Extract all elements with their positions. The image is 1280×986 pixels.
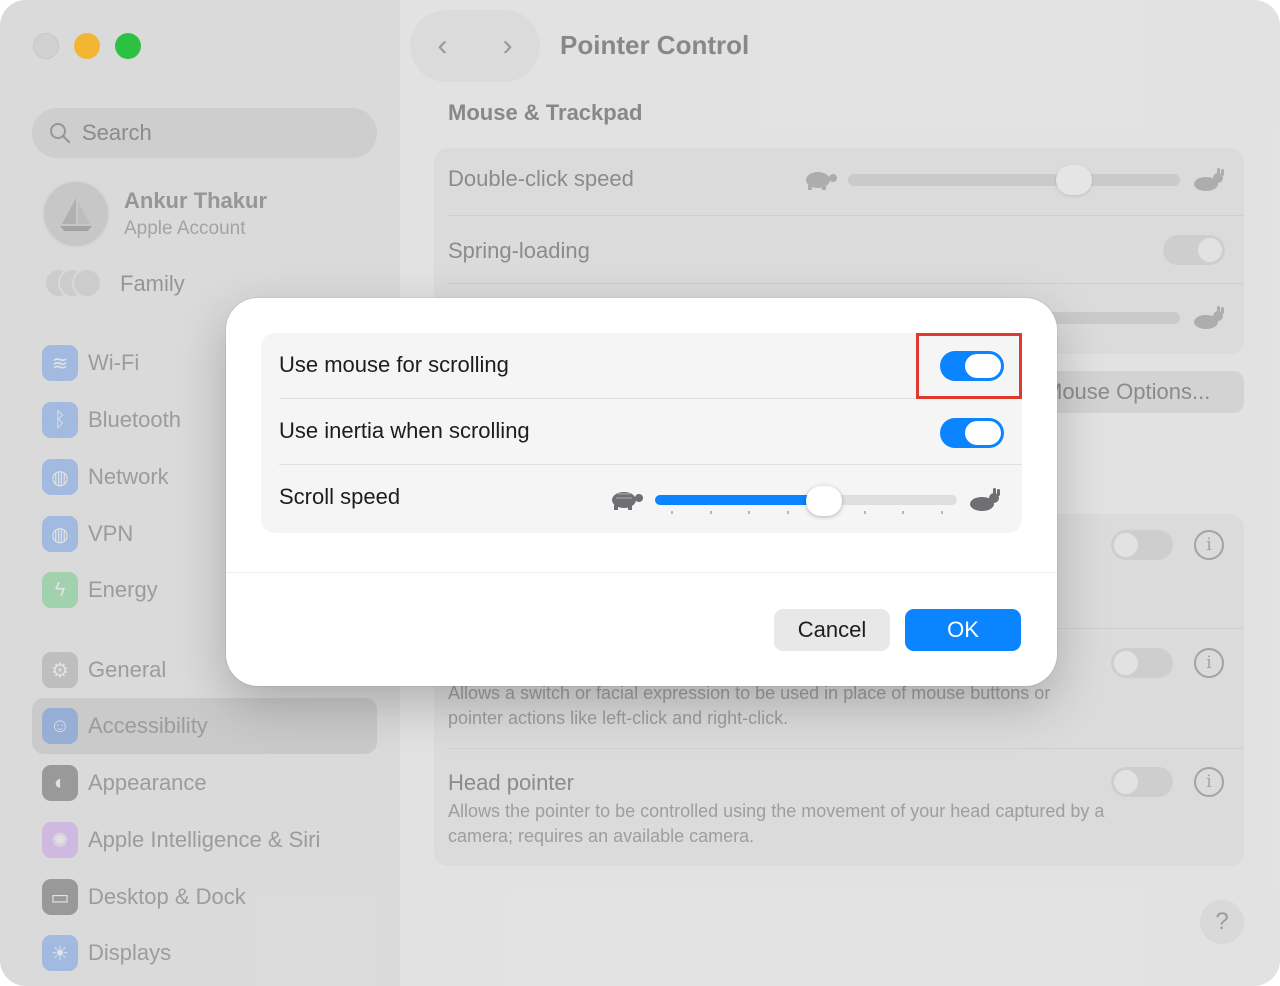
sheet-separator	[226, 572, 1057, 573]
rabbit-icon	[970, 488, 1000, 511]
use-mouse-scrolling-label: Use mouse for scrolling	[279, 352, 509, 377]
use-inertia-label: Use inertia when scrolling	[279, 418, 530, 443]
slider-tick	[864, 511, 866, 514]
slider-tick	[710, 511, 712, 514]
highlight-box	[916, 333, 1022, 399]
slider-tick	[941, 511, 943, 514]
slider-tick	[748, 511, 750, 514]
use-inertia-toggle[interactable]	[940, 418, 1004, 448]
use-inertia-row: Use inertia when scrolling	[261, 399, 1022, 465]
slider-tick	[671, 511, 673, 514]
scroll-speed-knob[interactable]	[806, 486, 842, 516]
slider-tick	[902, 511, 904, 514]
cancel-button[interactable]: Cancel	[774, 609, 890, 651]
ok-button[interactable]: OK	[905, 609, 1021, 651]
scroll-speed-fill	[655, 495, 824, 505]
turtle-icon	[612, 492, 643, 510]
slider-tick	[787, 511, 789, 514]
scroll-speed-label: Scroll speed	[279, 484, 401, 509]
use-mouse-scrolling-row: Use mouse for scrolling	[261, 333, 1022, 399]
